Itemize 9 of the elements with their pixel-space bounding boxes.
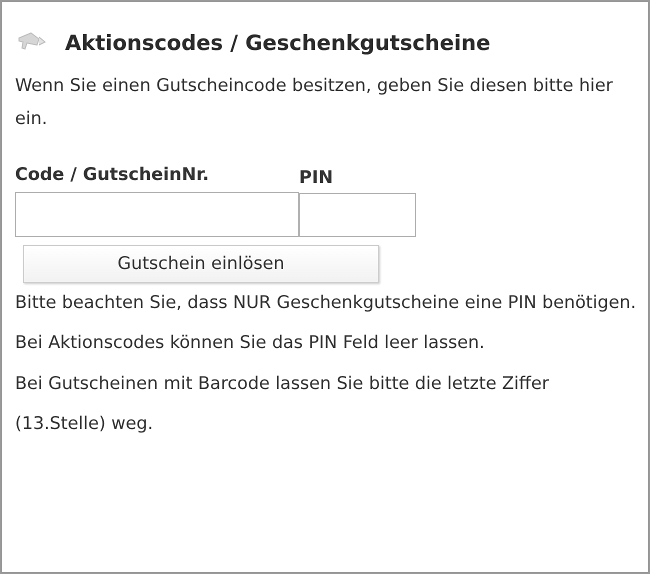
input-field[interactable] (299, 192, 416, 237)
input-field[interactable] (15, 192, 299, 237)
field-label: Code / GutscheinNr. (15, 164, 210, 186)
section-title: Aktionscodes / Geschenkgutscheine (65, 30, 490, 57)
info-text: Bei Gutscheinen mit Barcode lassen Sie bitte die letzte Ziffer (13.Stelle) weg. (15, 372, 550, 436)
intro-text: Wenn Sie einen Gutscheincode besitzen, geben Sie diesen bitte hier ein. (15, 74, 614, 130)
redeem-button[interactable]: Gutschein einlösen (23, 244, 379, 283)
info-text: Bitte beachten Sie, dass NUR Geschenkgutscheine eine PIN benötigen. Bei Aktionscodes können Sie das PIN Feld leer lassen. (15, 292, 638, 356)
field-label: PIN (299, 166, 334, 190)
